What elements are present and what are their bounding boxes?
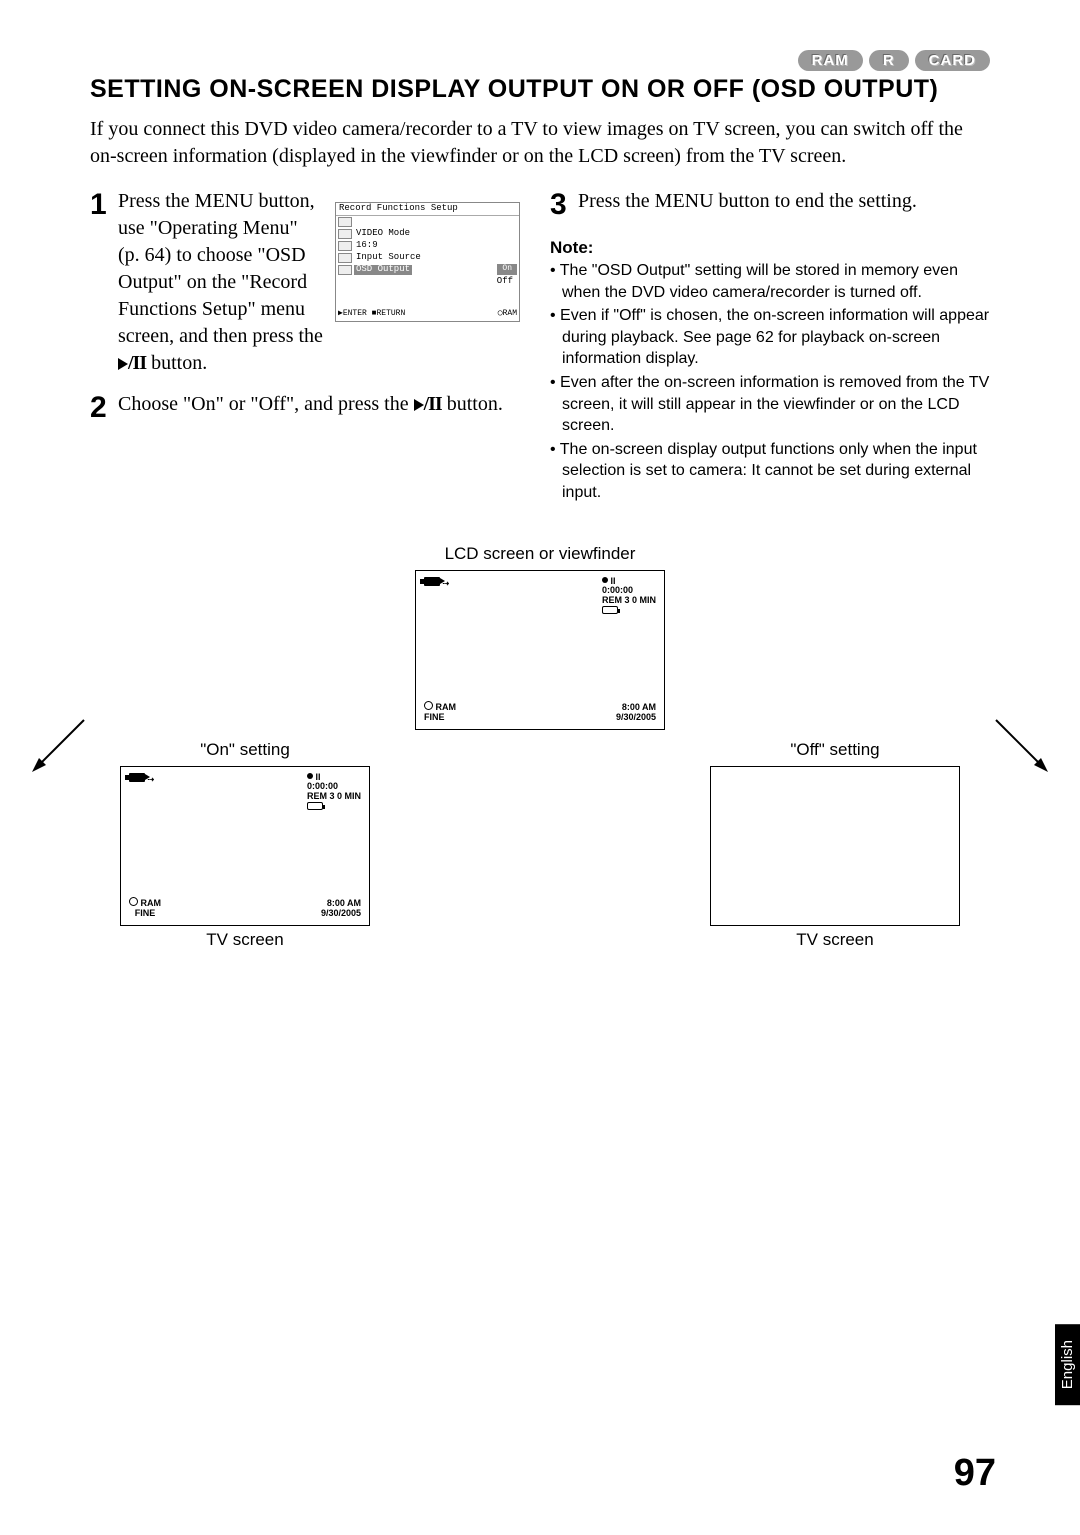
note-heading: Note: bbox=[550, 238, 990, 258]
menu-option-off: Off bbox=[497, 277, 513, 287]
media-badges: RAM R CARD bbox=[90, 50, 990, 71]
section-title: SETTING ON-SCREEN DISPLAY OUTPUT ON OR O… bbox=[90, 75, 990, 104]
arrow-left-icon bbox=[24, 710, 94, 780]
osd-rem: REM 3 0 MIN bbox=[602, 595, 656, 605]
note-item: Even after the on-screen information is … bbox=[550, 372, 990, 437]
osd-ram: RAM bbox=[436, 702, 457, 712]
tv-caption: TV screen bbox=[90, 930, 400, 950]
tv-screen-on: ⇢ II 0:00:00 REM 3 0 MIN RAM FINE 8:00 A… bbox=[120, 766, 370, 926]
camera-icon bbox=[424, 577, 440, 586]
pause-icon: II bbox=[611, 576, 616, 586]
menu-option-on: On bbox=[497, 264, 517, 275]
osd-diagram: LCD screen or viewfinder ⇢ II 0:00:00 RE… bbox=[90, 544, 990, 950]
battery-icon bbox=[307, 802, 323, 810]
osd-fine: FINE bbox=[424, 712, 445, 722]
step-2-text: Choose "On" or "Off", and press the /II … bbox=[118, 391, 520, 423]
menu-item: Input Source bbox=[354, 253, 421, 263]
note-item: The on-screen display output functions o… bbox=[550, 439, 990, 504]
play-pause-icon: /II bbox=[118, 350, 146, 377]
intro-paragraph: If you connect this DVD video camera/rec… bbox=[90, 116, 990, 170]
disc-icon bbox=[424, 701, 433, 710]
note-list: The "OSD Output" setting will be stored … bbox=[550, 260, 990, 504]
battery-icon bbox=[602, 606, 618, 614]
lcd-caption: LCD screen or viewfinder bbox=[90, 544, 990, 564]
osd-date: 9/30/2005 bbox=[321, 908, 361, 918]
note-item: Even if "Off" is chosen, the on-screen i… bbox=[550, 305, 990, 370]
lcd-screen: ⇢ II 0:00:00 REM 3 0 MIN RAM FINE 8:00 A… bbox=[415, 570, 665, 730]
language-tab: English bbox=[1055, 1324, 1080, 1405]
osd-rem: REM 3 0 MIN bbox=[307, 791, 361, 801]
tv-caption: TV screen bbox=[680, 930, 990, 950]
step-number-2: 2 bbox=[90, 391, 118, 423]
menu-screenshot: Record Functions Setup VIDEO Mode 16:9 I… bbox=[335, 202, 520, 322]
menu-item-selected: OSD Output bbox=[354, 265, 412, 275]
menu-icon bbox=[338, 217, 352, 227]
disc-icon bbox=[129, 897, 138, 906]
off-setting-label: "Off" setting bbox=[680, 740, 990, 760]
osd-fine: FINE bbox=[135, 908, 156, 918]
rec-dot-icon bbox=[307, 773, 313, 779]
badge-ram: RAM bbox=[798, 50, 863, 71]
step-1-text: Press the MENU button, use "Operating Me… bbox=[118, 188, 323, 377]
menu-item: VIDEO Mode bbox=[354, 229, 410, 239]
osd-time: 0:00:00 bbox=[602, 585, 633, 595]
rec-dot-icon bbox=[602, 577, 608, 583]
osd-clock: 8:00 AM bbox=[327, 898, 361, 908]
osd-ram: RAM bbox=[141, 898, 162, 908]
menu-icon bbox=[338, 265, 352, 275]
osd-clock: 8:00 AM bbox=[622, 702, 656, 712]
osd-time: 0:00:00 bbox=[307, 781, 338, 791]
play-pause-icon: /II bbox=[414, 391, 442, 418]
badge-card: CARD bbox=[915, 50, 990, 71]
menu-return: ■RETURN bbox=[372, 310, 406, 319]
menu-icon bbox=[338, 241, 352, 251]
tv-screen-off bbox=[710, 766, 960, 926]
note-item: The "OSD Output" setting will be stored … bbox=[550, 260, 990, 303]
step-number-3: 3 bbox=[550, 188, 578, 220]
menu-ram: ◯RAM bbox=[498, 310, 517, 319]
menu-enter: ▶ENTER bbox=[338, 310, 367, 319]
manual-page: RAM R CARD SETTING ON-SCREEN DISPLAY OUT… bbox=[0, 0, 1080, 1535]
on-setting-label: "On" setting bbox=[90, 740, 400, 760]
menu-icon bbox=[338, 253, 352, 263]
arrow-right-icon bbox=[986, 710, 1056, 780]
camera-icon bbox=[129, 773, 145, 782]
step-number-1: 1 bbox=[90, 188, 118, 377]
menu-icon bbox=[338, 229, 352, 239]
badge-r: R bbox=[869, 50, 909, 71]
menu-item: 16:9 bbox=[354, 241, 378, 251]
pause-icon: II bbox=[316, 772, 321, 782]
page-number: 97 bbox=[954, 1452, 996, 1495]
menu-title: Record Functions Setup bbox=[339, 203, 458, 213]
osd-date: 9/30/2005 bbox=[616, 712, 656, 722]
step-3-text: Press the MENU button to end the setting… bbox=[578, 188, 990, 220]
